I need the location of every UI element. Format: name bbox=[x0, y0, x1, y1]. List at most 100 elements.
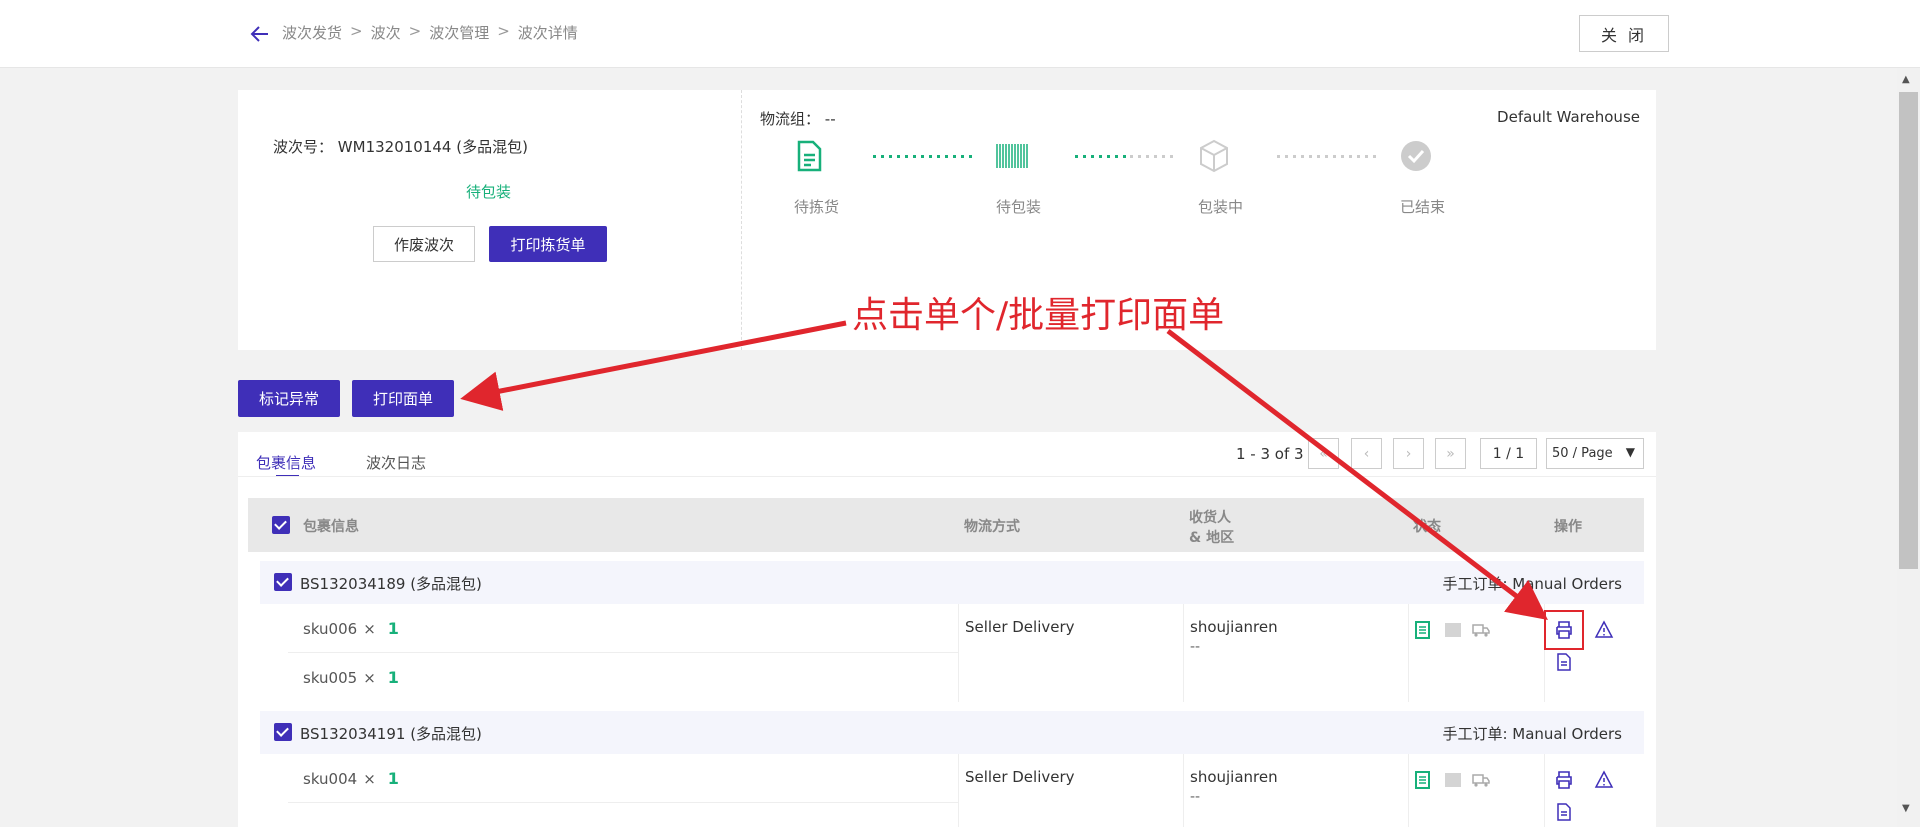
warning-icon[interactable] bbox=[1594, 620, 1614, 640]
column-divider bbox=[1408, 604, 1409, 702]
sku-code: sku006 bbox=[303, 620, 358, 638]
logistics-group-label: 物流组： bbox=[760, 110, 821, 128]
times-sign: × bbox=[363, 770, 376, 788]
select-all-checkbox[interactable] bbox=[272, 516, 290, 534]
breadcrumb-separator: > bbox=[497, 22, 510, 40]
pagination-range: 1 - 3 of 3 bbox=[1236, 445, 1304, 463]
printer-icon[interactable] bbox=[1554, 770, 1574, 790]
card-divider bbox=[741, 90, 742, 350]
times-sign: × bbox=[363, 620, 376, 638]
barcode-status-icon bbox=[1445, 623, 1461, 637]
header-recipient: 收货人 bbox=[1189, 510, 1231, 526]
recipient-region: -- bbox=[1190, 789, 1201, 805]
annotation-text: 点击单个/批量打印面单 bbox=[852, 295, 1225, 336]
step-connector bbox=[1075, 155, 1178, 158]
order-source: 手工订单: Manual Orders bbox=[1442, 575, 1622, 593]
sku-line-item: sku006 × 1 bbox=[303, 619, 399, 638]
truck-status-icon bbox=[1472, 774, 1490, 787]
first-page-icon[interactable]: « bbox=[1308, 438, 1339, 469]
scroll-up-icon[interactable]: ▲ bbox=[1902, 74, 1910, 85]
header-region: & 地区 bbox=[1189, 530, 1235, 546]
top-bar: 波次发货 > 波次 > 波次管理 > 波次详情 关 闭 bbox=[0, 0, 1920, 68]
package-checkbox[interactable] bbox=[274, 573, 292, 591]
package-row-header: BS132034191 (多品混包) 手工订单: Manual Orders bbox=[260, 711, 1644, 754]
step-label-packing: 包装中 bbox=[1198, 198, 1244, 216]
tab-package-info[interactable]: 包裹信息 bbox=[256, 452, 316, 473]
sku-line-item: sku005 × 1 bbox=[303, 668, 399, 687]
package-id: BS132034191 (多品混包) bbox=[300, 725, 482, 743]
package-row-header: BS132034189 (多品混包) 手工订单: Manual Orders bbox=[260, 561, 1644, 604]
sku-code: sku004 bbox=[303, 770, 358, 788]
document-detail-icon[interactable] bbox=[1554, 652, 1574, 672]
mark-exception-button[interactable]: 标记异常 bbox=[238, 380, 340, 417]
barcode-icon bbox=[996, 144, 1028, 168]
wave-number: 波次号： WM132010144 (多品混包) bbox=[273, 136, 528, 157]
scroll-down-icon[interactable]: ▼ bbox=[1902, 803, 1910, 814]
wave-number-label: 波次号： bbox=[273, 138, 334, 156]
step-label-picking: 待拣货 bbox=[794, 198, 840, 216]
row-divider bbox=[288, 802, 958, 803]
column-divider bbox=[958, 604, 959, 702]
printer-icon[interactable] bbox=[1554, 620, 1574, 640]
chevron-down-icon: ▼ bbox=[1625, 445, 1635, 459]
wave-status: 待包装 bbox=[466, 183, 512, 201]
breadcrumb-item-wave-management[interactable]: 波次管理 bbox=[429, 22, 489, 43]
column-divider bbox=[1183, 604, 1184, 702]
void-wave-button[interactable]: 作废波次 bbox=[373, 226, 475, 262]
step-label-packing-pending: 待包装 bbox=[996, 198, 1042, 216]
box-icon bbox=[1200, 139, 1228, 173]
breadcrumb-item-wave-detail: 波次详情 bbox=[517, 24, 578, 42]
page-indicator[interactable]: 1 / 1 bbox=[1480, 438, 1537, 469]
print-pick-list-button[interactable]: 打印拣货单 bbox=[489, 226, 607, 262]
recipient-name: shoujianren bbox=[1190, 618, 1278, 636]
warning-icon[interactable] bbox=[1594, 770, 1614, 790]
back-arrow-icon[interactable] bbox=[248, 22, 272, 46]
package-checkbox[interactable] bbox=[274, 723, 292, 741]
column-divider bbox=[1544, 754, 1545, 827]
step-connector bbox=[1277, 155, 1380, 158]
column-divider bbox=[958, 754, 959, 827]
barcode-status-icon bbox=[1445, 773, 1461, 787]
page-size-value: 50 / Page bbox=[1552, 446, 1613, 461]
page-size-select[interactable]: 50 / Page ▼ bbox=[1546, 438, 1644, 469]
header-status: 状态 bbox=[1413, 519, 1441, 535]
order-source: 手工订单: Manual Orders bbox=[1442, 725, 1622, 743]
print-label-button[interactable]: 打印面单 bbox=[352, 380, 454, 417]
close-button[interactable]: 关 闭 bbox=[1579, 15, 1669, 52]
wave-number-value: WM132010144 (多品混包) bbox=[337, 138, 528, 156]
column-divider bbox=[1408, 754, 1409, 827]
table-header: 包裹信息 物流方式 收货人 & 地区 状态 操作 bbox=[248, 498, 1644, 552]
logistics-group-value: -- bbox=[824, 110, 836, 128]
column-divider bbox=[1183, 754, 1184, 827]
recipient-region: -- bbox=[1190, 639, 1201, 655]
sku-quantity: 1 bbox=[387, 619, 399, 638]
header-operations: 操作 bbox=[1554, 519, 1582, 535]
header-package-info: 包裹信息 bbox=[303, 519, 359, 535]
next-page-icon[interactable]: › bbox=[1393, 438, 1424, 469]
sku-quantity: 1 bbox=[387, 769, 399, 788]
sku-line-item: sku004 × 1 bbox=[303, 769, 399, 788]
check-circle-icon bbox=[1401, 141, 1431, 171]
truck-status-icon bbox=[1472, 624, 1490, 637]
recipient-name: shoujianren bbox=[1190, 768, 1278, 786]
logistics-group: 物流组： -- bbox=[760, 108, 836, 129]
package-id: BS132034189 (多品混包) bbox=[300, 575, 482, 593]
shipping-method: Seller Delivery bbox=[965, 618, 1075, 636]
breadcrumb-item-wave[interactable]: 波次 bbox=[371, 22, 401, 43]
step-label-finished: 已结束 bbox=[1400, 198, 1446, 216]
scrollbar-thumb[interactable] bbox=[1899, 92, 1918, 569]
tabs-border bbox=[238, 476, 1656, 477]
pick-list-status-icon bbox=[1415, 771, 1430, 789]
tab-wave-log[interactable]: 波次日志 bbox=[366, 452, 426, 473]
last-page-icon[interactable]: » bbox=[1435, 438, 1466, 469]
document-icon bbox=[797, 140, 822, 172]
prev-page-icon[interactable]: ‹ bbox=[1351, 438, 1382, 469]
breadcrumb-item-wave-shipping[interactable]: 波次发货 bbox=[282, 22, 342, 43]
sku-code: sku005 bbox=[303, 669, 358, 687]
warehouse-name: Default Warehouse bbox=[1497, 108, 1640, 126]
row-divider bbox=[288, 652, 958, 653]
document-detail-icon[interactable] bbox=[1554, 802, 1574, 822]
shipping-method: Seller Delivery bbox=[965, 768, 1075, 786]
times-sign: × bbox=[363, 669, 376, 687]
breadcrumb: 波次发货 > 波次 > 波次管理 > 波次详情 bbox=[282, 22, 578, 43]
